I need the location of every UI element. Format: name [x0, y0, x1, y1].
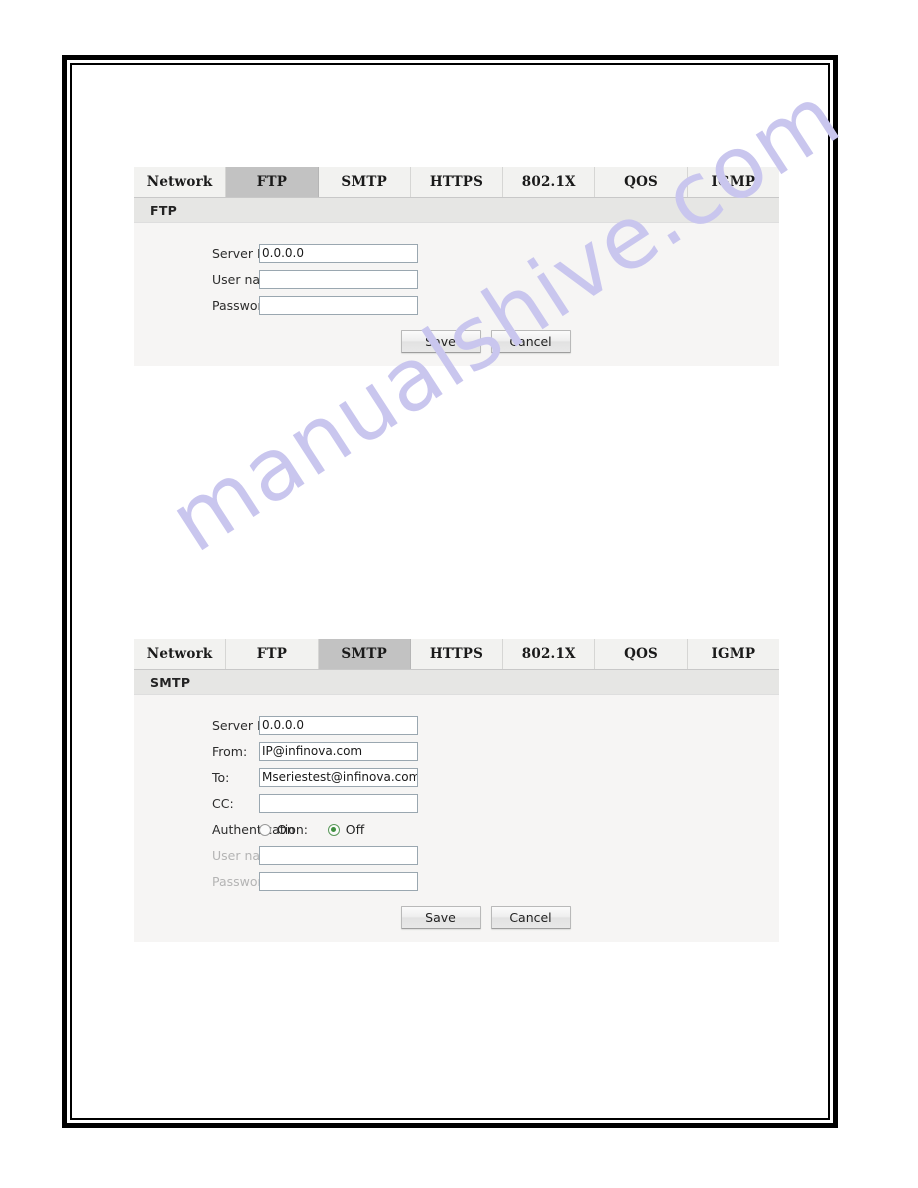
- tab-ftp[interactable]: FTP: [226, 639, 319, 669]
- tab-https[interactable]: HTTPS: [410, 167, 504, 197]
- section-title: SMTP: [150, 674, 191, 690]
- radio-group-authentication: On Off: [259, 820, 364, 839]
- cancel-button[interactable]: Cancel: [490, 906, 571, 929]
- input-cc[interactable]: [259, 794, 418, 813]
- input-from[interactable]: IP@infinova.com: [259, 742, 418, 761]
- input-user-name[interactable]: [259, 270, 418, 289]
- tab-smtp[interactable]: SMTP: [318, 639, 411, 669]
- label-authentication: Authentication:: [134, 822, 308, 837]
- input-auth-user-name[interactable]: [259, 846, 418, 865]
- form-row-authentication: Authentication: On Off: [134, 817, 779, 842]
- label-user-name: User name:: [212, 272, 285, 287]
- tab-qos[interactable]: QOS: [595, 167, 688, 197]
- radio-authentication-on[interactable]: On: [259, 822, 295, 837]
- save-button[interactable]: Save: [400, 906, 481, 929]
- tabbar-smtp: Network FTP SMTP HTTPS 802.1X QOS IGMP: [134, 639, 779, 670]
- tab-ftp[interactable]: FTP: [226, 167, 319, 197]
- form-row-cc: CC:: [134, 791, 779, 816]
- label-cc: CC:: [212, 796, 234, 811]
- button-row-ftp: Save Cancel: [134, 330, 779, 353]
- form-row-server-ip: Server IP: 0.0.0.0: [134, 241, 779, 266]
- form-row-server-ip: Server IP: 0.0.0.0: [134, 713, 779, 738]
- tab-network[interactable]: Network: [134, 639, 227, 669]
- input-password[interactable]: [259, 296, 418, 315]
- form-row-from: From: IP@infinova.com: [134, 739, 779, 764]
- panel-body-smtp: Server IP: 0.0.0.0 From: IP@infinova.com…: [134, 695, 779, 942]
- network-settings-panel-ftp: Network FTP SMTP HTTPS 802.1X QOS IGMP F…: [134, 167, 779, 366]
- save-button[interactable]: Save: [400, 330, 481, 353]
- section-title: FTP: [150, 202, 178, 218]
- label-server-ip: Server IP:: [212, 718, 273, 733]
- label-server-ip: Server IP:: [212, 246, 273, 261]
- radio-authentication-off[interactable]: Off: [327, 822, 365, 837]
- radio-checked-icon: [327, 823, 340, 836]
- radio-label-off: Off: [345, 822, 365, 837]
- tab-qos[interactable]: QOS: [595, 639, 688, 669]
- label-password: Password:: [212, 298, 275, 313]
- label-to: To:: [212, 770, 230, 785]
- panel-body-ftp: Server IP: 0.0.0.0 User name: Password: …: [134, 223, 779, 366]
- form-row-to: To: Mseriestest@infinova.com: [134, 765, 779, 790]
- radio-unchecked-icon: [259, 823, 271, 836]
- input-server-ip[interactable]: 0.0.0.0: [259, 244, 418, 263]
- input-auth-password[interactable]: [259, 872, 418, 891]
- tab-smtp[interactable]: SMTP: [318, 167, 411, 197]
- network-settings-panel-smtp: Network FTP SMTP HTTPS 802.1X QOS IGMP S…: [134, 639, 779, 942]
- tab-https[interactable]: HTTPS: [410, 639, 504, 669]
- section-header-ftp: FTP: [134, 198, 779, 223]
- label-auth-password: Password:: [212, 874, 275, 889]
- input-to[interactable]: Mseriestest@infinova.com: [259, 768, 418, 787]
- form-row-password: Password:: [134, 293, 779, 318]
- form-row-auth-user-name: User name:: [134, 843, 779, 868]
- tab-8021x[interactable]: 802.1X: [503, 167, 596, 197]
- tab-igmp[interactable]: IGMP: [687, 167, 779, 197]
- label-auth-user-name: User name:: [212, 848, 285, 863]
- form-row-user-name: User name:: [134, 267, 779, 292]
- tabbar-ftp: Network FTP SMTP HTTPS 802.1X QOS IGMP: [134, 167, 779, 198]
- tab-8021x[interactable]: 802.1X: [503, 639, 596, 669]
- label-from: From:: [212, 744, 248, 759]
- section-header-smtp: SMTP: [134, 670, 779, 695]
- tab-igmp[interactable]: IGMP: [687, 639, 779, 669]
- form-row-auth-password: Password:: [134, 869, 779, 894]
- cancel-button[interactable]: Cancel: [490, 330, 571, 353]
- radio-label-on: On: [277, 822, 295, 837]
- tab-network[interactable]: Network: [134, 167, 227, 197]
- button-row-smtp: Save Cancel: [134, 906, 779, 929]
- input-server-ip[interactable]: 0.0.0.0: [259, 716, 418, 735]
